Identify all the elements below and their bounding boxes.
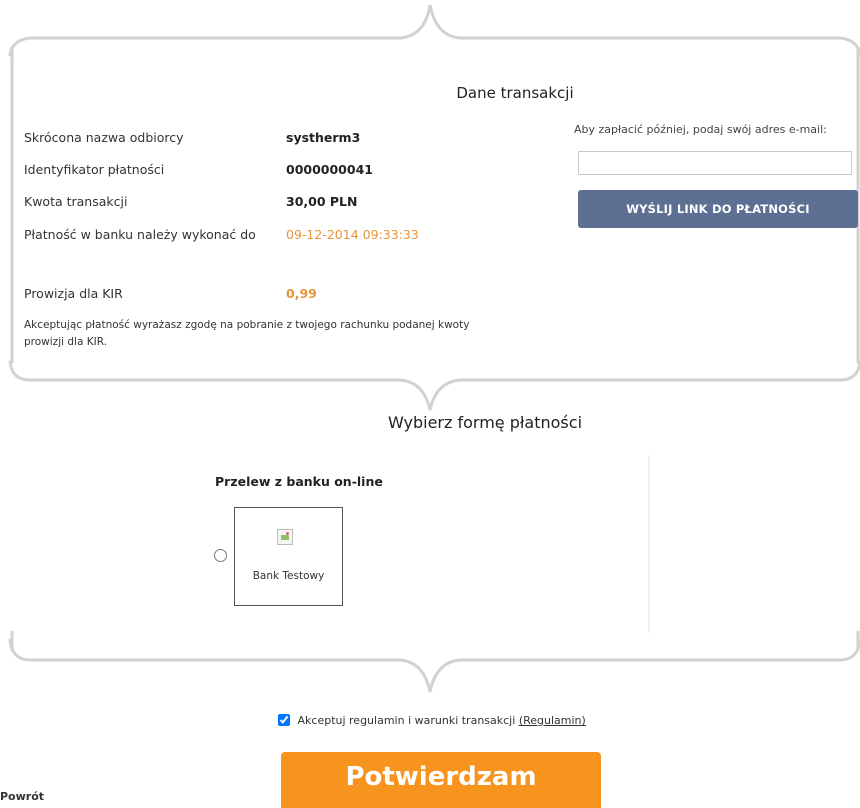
payment-id-value: 0000000041 xyxy=(286,162,373,177)
bank-name: Bank Testowy xyxy=(252,570,325,582)
deadline-value: 09-12-2014 09:33:33 xyxy=(286,227,419,242)
recipient-name-label: Skrócona nazwa odbiorcy xyxy=(24,130,184,145)
bank-option-card[interactable]: Bank Testowy xyxy=(234,507,343,606)
terms-row: Akceptuj regulamin i warunki transakcji … xyxy=(278,714,586,730)
decorative-frame xyxy=(8,4,860,693)
terms-link[interactable]: (Regulamin) xyxy=(519,714,586,727)
email-input[interactable] xyxy=(578,151,852,175)
back-link[interactable]: Powrót xyxy=(0,790,44,803)
broken-image-landscape xyxy=(281,535,289,540)
fee-consent-note: Akceptując płatność wyrażasz zgodę na po… xyxy=(24,319,470,348)
payment-id-label: Identyfikator płatności xyxy=(24,162,165,177)
confirm-button[interactable]: Potwierdzam xyxy=(281,752,601,808)
payment-method-title: Wybierz formę płatności xyxy=(387,413,583,432)
terms-text: Akceptuj regulamin i warunki transakcji xyxy=(297,714,516,727)
broken-image-icon xyxy=(277,529,293,545)
deadline-label: Płatność w banku należy wykonać do xyxy=(24,227,256,242)
recipient-name-value: systherm3 xyxy=(286,130,361,145)
fee-value: 0,99 xyxy=(286,286,317,301)
amount-value: 30,00 PLN xyxy=(286,194,358,209)
bank-radio[interactable] xyxy=(214,549,227,562)
fee-label: Prowizja dla KIR xyxy=(24,286,123,301)
amount-label: Kwota transakcji xyxy=(24,194,128,209)
transaction-title: Dane transakcji xyxy=(456,84,574,102)
email-prompt: Aby zapłacić później, podaj swój adres e… xyxy=(574,123,827,136)
online-transfer-title: Przelew z banku on-line xyxy=(215,474,383,489)
send-payment-link-button[interactable]: WYŚLIJ LINK DO PŁATNOŚCI xyxy=(578,190,858,228)
terms-checkbox[interactable] xyxy=(278,714,290,726)
